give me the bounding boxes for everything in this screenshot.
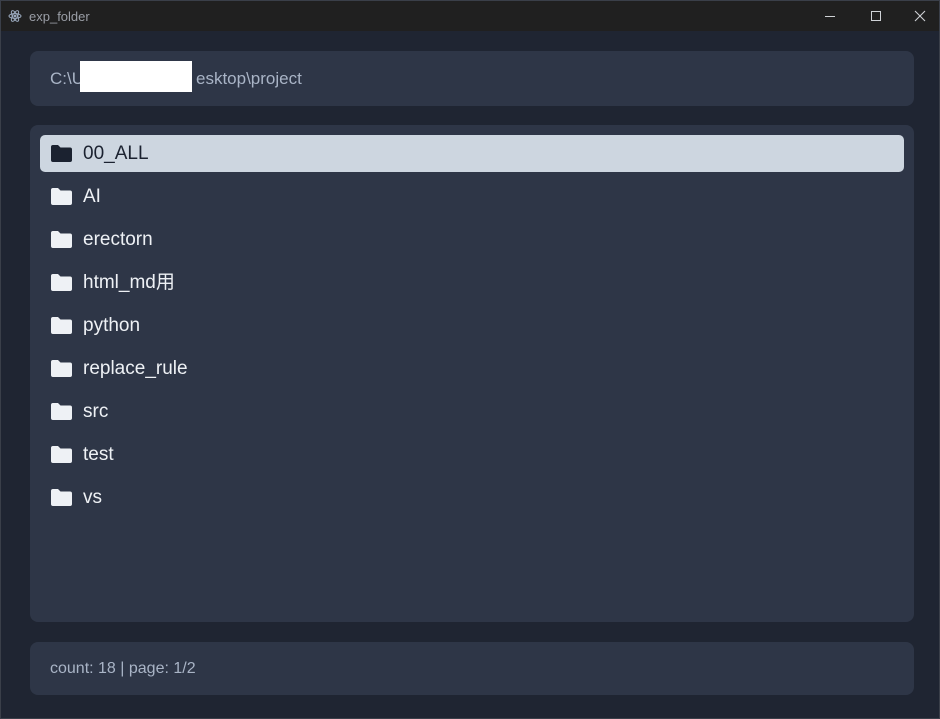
folder-name: python — [83, 315, 141, 336]
folder-icon — [51, 446, 72, 463]
redacted-path-segment — [80, 61, 192, 92]
folder-icon — [51, 489, 72, 506]
path-prefix: C:\U — [50, 69, 84, 88]
folder-name: replace_rule — [83, 358, 188, 379]
path-suffix: esktop\project — [196, 69, 302, 88]
close-icon — [914, 10, 926, 22]
folder-icon — [51, 403, 72, 420]
folder-item[interactable]: vs — [40, 479, 904, 516]
minimize-button[interactable] — [807, 1, 853, 31]
folder-item[interactable]: erectorn — [40, 221, 904, 258]
folder-icon — [51, 317, 72, 334]
window-title: exp_folder — [29, 9, 90, 24]
close-button[interactable] — [897, 1, 940, 31]
folder-name: vs — [83, 487, 102, 508]
folder-item[interactable]: src — [40, 393, 904, 430]
folder-name: AI — [83, 186, 101, 207]
folder-name: src — [83, 401, 109, 422]
folder-item[interactable]: test — [40, 436, 904, 473]
folder-name: test — [83, 444, 114, 465]
folder-list: 00_ALL AI erectorn html_md用 python repla… — [30, 125, 914, 622]
maximize-button[interactable] — [853, 1, 899, 31]
folder-item[interactable]: python — [40, 307, 904, 344]
folder-item[interactable]: replace_rule — [40, 350, 904, 387]
folder-name: erectorn — [83, 229, 153, 250]
folder-item[interactable]: 00_ALL — [40, 135, 904, 172]
folder-icon — [51, 360, 72, 377]
minimize-icon — [825, 16, 835, 17]
folder-item[interactable]: AI — [40, 178, 904, 215]
electron-icon — [8, 10, 22, 22]
status-text: count: 18 | page: 1/2 — [50, 660, 196, 677]
maximize-icon — [871, 11, 881, 21]
folder-name: html_md用 — [83, 272, 175, 293]
folder-icon — [51, 145, 72, 162]
title-bar[interactable]: exp_folder — [1, 1, 939, 31]
folder-icon — [51, 274, 72, 291]
status-bar: count: 18 | page: 1/2 — [30, 642, 914, 695]
folder-item[interactable]: html_md用 — [40, 264, 904, 301]
folder-icon — [51, 188, 72, 205]
app-window: exp_folder C:\U esktop\project 00_ALL AI… — [0, 0, 940, 719]
folder-name: 00_ALL — [83, 143, 149, 164]
path-bar[interactable]: C:\U esktop\project — [30, 51, 914, 106]
folder-icon — [51, 231, 72, 248]
